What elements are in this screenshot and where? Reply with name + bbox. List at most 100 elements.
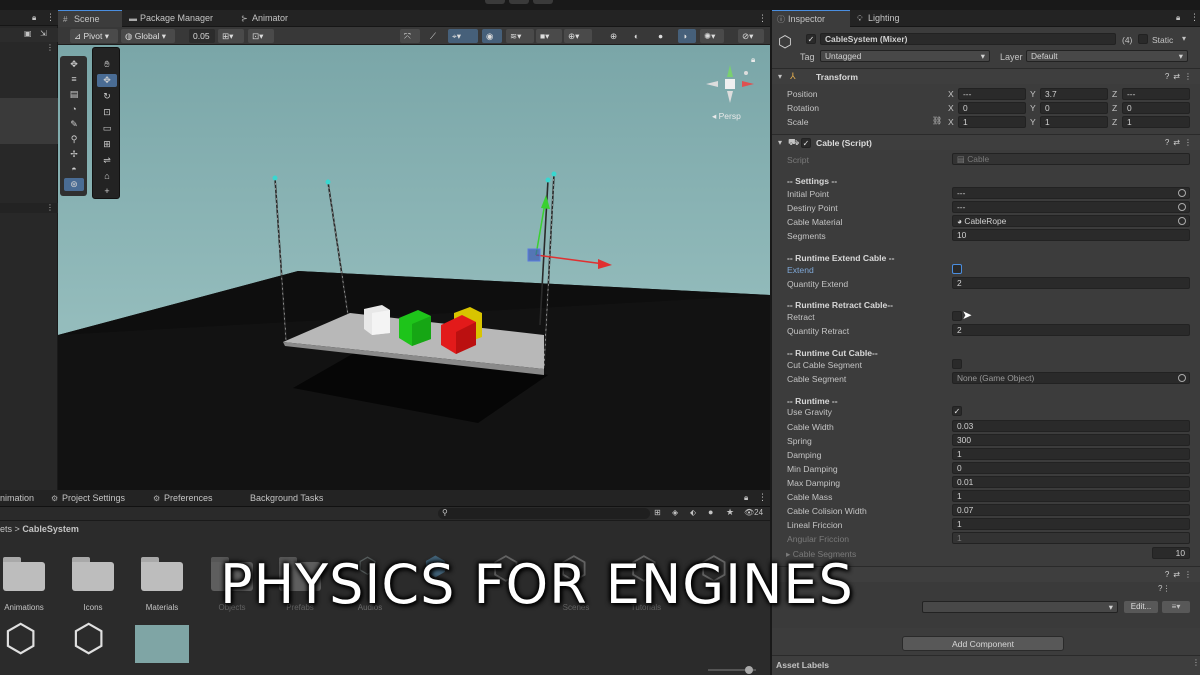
tab-project-settings[interactable]: ⚙ Project Settings: [46, 490, 144, 507]
layout-tool-icon[interactable]: ▤: [64, 88, 84, 101]
active-checkbox[interactable]: ✓: [806, 34, 816, 44]
cable-material-field[interactable]: ◕ CableRope: [952, 215, 1190, 227]
pan-tool-icon[interactable]: ✢: [64, 148, 84, 161]
zoom-tool-icon[interactable]: ⚲: [64, 133, 84, 146]
position-z[interactable]: ---: [1122, 88, 1190, 100]
component-enabled-checkbox[interactable]: ✓: [801, 138, 811, 148]
retract-checkbox[interactable]: [952, 311, 962, 321]
increment-snap-button[interactable]: ⊡▾: [248, 29, 274, 43]
tab-package-manager[interactable]: ▬ Package Manager: [124, 10, 234, 27]
wireframe-button[interactable]: ⊕: [606, 29, 624, 43]
lock-icon[interactable]: 🔒︎: [32, 13, 36, 23]
custom-tool-icon[interactable]: ⇌: [97, 154, 117, 167]
transform-tool-icon[interactable]: ⊞: [97, 138, 117, 151]
static-checkbox[interactable]: [1138, 34, 1148, 44]
cable-segment-field[interactable]: None (Game Object): [952, 372, 1190, 384]
label-icon[interactable]: ⬖: [690, 508, 696, 517]
use-gravity-checkbox[interactable]: ✓: [952, 406, 962, 416]
tab-scene[interactable]: # Scene: [58, 10, 122, 27]
move-tool-icon[interactable]: ✥: [64, 58, 84, 71]
grid-snap-button[interactable]: ⊞▾: [218, 29, 244, 43]
initial-point-field[interactable]: ---: [952, 187, 1190, 199]
persp-label[interactable]: ◂ Persp: [712, 111, 741, 122]
resize-handle-icon[interactable]: ⋮: [1192, 658, 1200, 667]
lock-icon[interactable]: 🔒︎: [751, 55, 755, 65]
tab-lighting[interactable]: 💡︎ Lighting: [852, 10, 922, 27]
paint-tool-icon[interactable]: ✎: [64, 118, 84, 131]
zoom-slider-thumb[interactable]: [745, 666, 753, 674]
segments-field[interactable]: 10: [952, 229, 1190, 241]
component-menu-icons[interactable]: ?⇄⋮: [1165, 570, 1196, 579]
hidden-count[interactable]: 👁︎24: [744, 508, 763, 517]
gizmo-dropdown[interactable]: ⊕▾: [564, 29, 592, 43]
component-menu-icons[interactable]: ?⇄⋮: [1165, 72, 1196, 81]
star-icon[interactable]: ★: [726, 507, 734, 518]
list-menu-button[interactable]: ≡▾: [1162, 601, 1190, 613]
damping-field[interactable]: 1: [952, 448, 1190, 460]
layer-dropdown[interactable]: Default ▾: [1026, 50, 1188, 62]
rotation-z[interactable]: 0: [1122, 102, 1190, 114]
tab-animator[interactable]: ⊱ Animator: [236, 10, 316, 27]
destiny-point-field[interactable]: ---: [952, 201, 1190, 213]
layout-pill[interactable]: [485, 0, 505, 4]
object-name-field[interactable]: CableSystem (Mixer): [820, 33, 1116, 45]
breadcrumb-parent[interactable]: ets: [0, 524, 12, 534]
rect-tool-icon[interactable]: ▭: [97, 122, 117, 135]
object-picker-icon[interactable]: [1178, 374, 1186, 382]
add-component-button[interactable]: Add Component: [902, 636, 1064, 651]
foldout-arrow-icon[interactable]: ▾: [778, 72, 782, 81]
scene-render[interactable]: [58, 45, 770, 490]
cable-segments-count[interactable]: 10: [1152, 547, 1190, 559]
hierarchy-search[interactable]: ▣ ⇲: [0, 28, 58, 42]
extend-checkbox[interactable]: [952, 264, 962, 274]
scale-x[interactable]: 1: [958, 116, 1026, 128]
shader-dropdown[interactable]: ▾: [922, 601, 1118, 613]
create-icon[interactable]: ⊞: [654, 508, 661, 517]
foldout-arrow-icon[interactable]: ▾: [778, 138, 782, 147]
project-search-input[interactable]: ⚲: [438, 508, 650, 519]
cable-tool-icon[interactable]: ⌂: [97, 170, 117, 183]
position-y[interactable]: 3.7: [1040, 88, 1108, 100]
material-thumbnail[interactable]: [135, 625, 189, 663]
rotate-tool-icon[interactable]: ↻: [97, 90, 117, 103]
scene-viewport[interactable]: ◂ Persp 🔒︎: [58, 45, 770, 490]
add-tool-icon[interactable]: +: [97, 185, 117, 198]
more-icon[interactable]: ⋮: [46, 12, 55, 23]
hand-tool-icon[interactable]: ✋︎: [97, 58, 117, 71]
settings-icon[interactable]: ⇲: [40, 29, 47, 38]
lit-button[interactable]: ◑: [678, 29, 696, 43]
cable-width-field[interactable]: 0.03: [952, 420, 1190, 432]
link-icon[interactable]: ⛓︎: [932, 116, 942, 125]
cable-collision-width-field[interactable]: 0.07: [952, 504, 1190, 516]
move-tool-icon[interactable]: ✥: [97, 74, 117, 87]
breadcrumb-current[interactable]: CableSystem: [22, 524, 79, 534]
cable-script-header[interactable]: ▾ ⛟ ✓ Cable (Script) ?⇄⋮: [772, 134, 1200, 150]
lighting-toggle[interactable]: ⟋: [426, 29, 444, 43]
filter-icon[interactable]: ▣: [24, 29, 32, 38]
lineal-friccion-field[interactable]: 1: [952, 518, 1190, 530]
align-tool-icon[interactable]: ≡: [64, 73, 84, 86]
quantity-retract-field[interactable]: 2: [952, 324, 1190, 336]
object-picker-icon[interactable]: [1178, 189, 1186, 197]
spring-field[interactable]: 300: [952, 434, 1190, 446]
camera-dropdown[interactable]: ■▾: [536, 29, 562, 43]
compass-tool-icon[interactable]: ⊛: [64, 178, 84, 191]
pivot-dropdown[interactable]: ⊿ Pivot ▾: [70, 29, 118, 43]
angular-friccion-field[interactable]: 1: [952, 532, 1190, 544]
filter-type-icon[interactable]: ◈: [672, 508, 678, 517]
tab-background-tasks[interactable]: Background Tasks: [238, 490, 338, 507]
more-icon[interactable]: ⋮: [1190, 12, 1199, 23]
transform-header[interactable]: ▾ ⅄ Transform ?⇄⋮: [772, 68, 1200, 84]
object-picker-icon[interactable]: [1178, 203, 1186, 211]
layout-pill[interactable]: [509, 0, 529, 4]
bucket-tool-icon[interactable]: ◓: [64, 163, 84, 176]
more-icon[interactable]: ⋮: [46, 43, 54, 52]
cut-segment-checkbox[interactable]: [952, 359, 962, 369]
shaded-wire-button[interactable]: ◐: [630, 29, 648, 43]
more-icon[interactable]: ⋮: [758, 13, 767, 24]
cable-mass-field[interactable]: 1: [952, 490, 1190, 502]
tab-preferences[interactable]: ⚙ Preferences: [148, 490, 228, 507]
info-icon[interactable]: ●: [708, 507, 713, 517]
static-dropdown-icon[interactable]: ▾: [1182, 34, 1186, 43]
position-x[interactable]: ---: [958, 88, 1026, 100]
